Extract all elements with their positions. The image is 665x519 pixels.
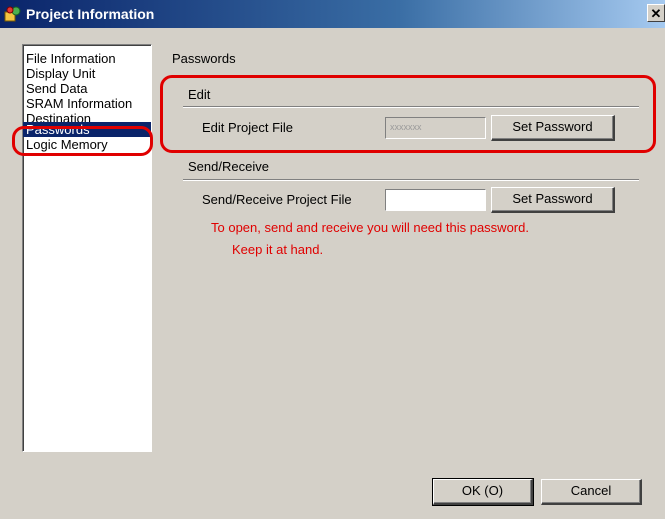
dialog-body: File Information Display Unit Send Data … [0,28,665,519]
nav-item-logic-memory[interactable]: Logic Memory [23,137,151,152]
nav-item-file-information[interactable]: File Information [23,51,151,66]
nav-item-passwords[interactable]: Passwords [23,122,151,137]
project-info-icon [4,6,22,22]
cancel-button[interactable]: Cancel [541,479,642,505]
close-icon[interactable]: ✕ [647,4,665,22]
nav-item-send-data[interactable]: Send Data [23,81,151,96]
window-title: Project Information [26,6,155,22]
category-list[interactable]: File Information Display Unit Send Data … [22,44,152,452]
edit-project-file-label: Edit Project File [202,120,294,135]
send-receive-group-label: Send/Receive [188,159,269,174]
send-receive-password-field[interactable] [385,189,486,211]
nav-item-display-unit[interactable]: Display Unit [23,66,151,81]
send-receive-set-password-button[interactable]: Set Password [491,187,615,213]
password-warning-line2: Keep it at hand. [232,242,324,257]
edit-group-label: Edit [188,87,211,102]
edit-separator [183,106,639,108]
title-bar: Project Information ✕ [0,0,665,28]
password-warning-line1: To open, send and receive you will need … [211,220,529,235]
highlight-edit-group [160,75,656,153]
edit-set-password-button[interactable]: Set Password [491,115,615,141]
panel-title: Passwords [172,51,236,66]
nav-item-destination[interactable]: Destination [23,111,151,122]
send-receive-project-file-label: Send/Receive Project File [202,192,352,207]
ok-button[interactable]: OK (O) [432,478,534,506]
nav-item-sram-information[interactable]: SRAM Information [23,96,151,111]
send-receive-separator [183,179,639,181]
edit-password-field: xxxxxxx [385,117,486,139]
